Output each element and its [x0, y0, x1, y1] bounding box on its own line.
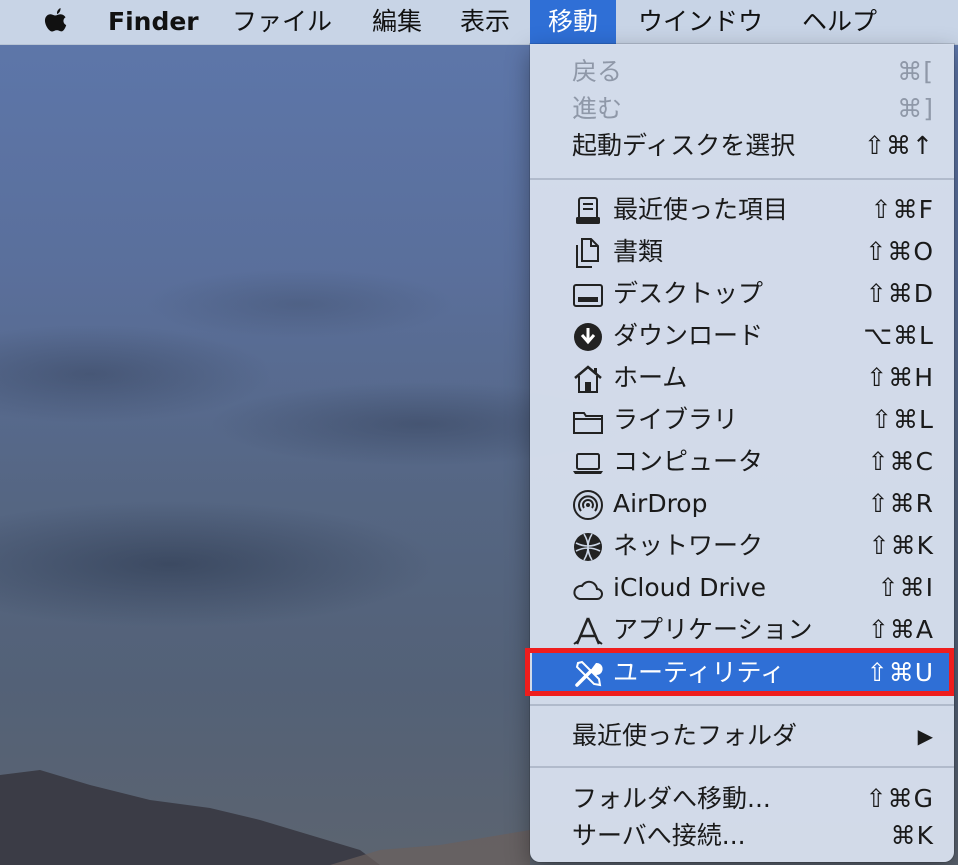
menu-item-label: ホーム	[613, 363, 688, 392]
network-globe-icon	[574, 533, 602, 561]
menu-item-label: AirDrop	[613, 489, 708, 518]
menu-item-label: 書類	[613, 237, 664, 266]
menu-item-startup-disk[interactable]: 起動ディスクを選択 ⇧⌘↑	[530, 126, 954, 166]
menu-item-desktop[interactable]: デスクトップ ⇧⌘D	[530, 274, 954, 314]
menu-item-downloads[interactable]: ダウンロード ⌥⌘L	[530, 316, 954, 356]
airdrop-icon	[573, 490, 603, 520]
menu-help[interactable]: ヘルプ	[802, 0, 877, 44]
shortcut: ⇧⌘H	[866, 363, 934, 392]
menu-item-go-to-folder[interactable]: フォルダへ移動... ⇧⌘G	[530, 779, 954, 819]
menu-item-forward[interactable]: 進む ⌘]	[530, 89, 954, 129]
shortcut: ⇧⌘G	[865, 784, 934, 813]
menu-item-airdrop[interactable]: AirDrop ⇧⌘R	[530, 484, 954, 524]
menu-item-label: 起動ディスクを選択	[572, 131, 796, 160]
menu-item-label: フォルダへ移動...	[572, 784, 771, 813]
computer-icon	[573, 453, 603, 474]
shortcut: ⇧⌘I	[877, 573, 934, 602]
recents-icon	[576, 197, 600, 224]
go-menu-dropdown: 戻る ⌘[ 進む ⌘] 起動ディスクを選択 ⇧⌘↑ 最近使った項目 ⇧⌘F 書類…	[530, 44, 954, 862]
menu-separator	[530, 178, 954, 180]
submenu-arrow-icon: ▶	[917, 724, 934, 748]
shortcut: ⇧⌘K	[868, 531, 934, 560]
home-icon	[574, 365, 602, 393]
menu-item-label: デスクトップ	[613, 279, 764, 308]
menu-separator	[530, 766, 954, 768]
menu-item-connect-to-server[interactable]: サーバへ接続... ⌘K	[530, 816, 954, 856]
shortcut: ⌘[	[897, 57, 934, 86]
menu-bar: Finder ファイル 編集 表示 移動 ウインドウ ヘルプ	[0, 0, 958, 45]
menu-item-label: 進む	[572, 94, 623, 123]
shortcut: ⇧⌘C	[867, 447, 934, 476]
menu-item-label: コンピュータ	[613, 447, 764, 476]
menu-file[interactable]: ファイル	[232, 0, 332, 44]
menu-item-recent-folders[interactable]: 最近使ったフォルダ ▶	[530, 716, 954, 756]
menu-item-label: iCloud Drive	[613, 573, 766, 602]
menu-item-label: アプリケーション	[613, 615, 813, 644]
shortcut: ⌘K	[890, 821, 934, 850]
shortcut: ⇧⌘D	[865, 279, 934, 308]
shortcut: ⇧⌘L	[871, 405, 934, 434]
annotation-highlight-box	[525, 648, 954, 696]
desktop-icon	[573, 284, 603, 307]
library-folder-icon	[573, 412, 603, 434]
downloads-icon	[574, 323, 602, 351]
shortcut: ⌥⌘L	[863, 321, 934, 350]
menu-item-label: ライブラリ	[613, 405, 739, 434]
menu-item-label: ネットワーク	[613, 531, 764, 560]
menu-item-recents[interactable]: 最近使った項目 ⇧⌘F	[530, 190, 954, 230]
icloud-icon	[573, 580, 603, 600]
menu-finder[interactable]: Finder	[108, 0, 199, 44]
menu-item-network[interactable]: ネットワーク ⇧⌘K	[530, 526, 954, 566]
menu-item-label: サーバへ接続...	[572, 821, 746, 850]
shortcut: ⇧⌘O	[865, 237, 934, 266]
menu-separator	[530, 704, 954, 706]
shortcut: ⇧⌘A	[867, 615, 934, 644]
menu-item-label: 最近使った項目	[613, 195, 789, 224]
shortcut: ⇧⌘R	[867, 489, 934, 518]
menu-window[interactable]: ウインドウ	[638, 0, 763, 44]
menu-go[interactable]: 移動	[530, 0, 617, 44]
menu-item-library[interactable]: ライブラリ ⇧⌘L	[530, 400, 954, 440]
menu-item-label: 最近使ったフォルダ	[572, 721, 798, 750]
shortcut: ⇧⌘F	[870, 195, 934, 224]
applications-icon	[573, 617, 603, 645]
menu-edit[interactable]: 編集	[372, 0, 422, 44]
menu-item-documents[interactable]: 書類 ⇧⌘O	[530, 232, 954, 272]
menu-item-computer[interactable]: コンピュータ ⇧⌘C	[530, 442, 954, 482]
shortcut: ⇧⌘↑	[864, 131, 934, 160]
menu-item-back[interactable]: 戻る ⌘[	[530, 52, 954, 92]
documents-icon	[576, 238, 599, 268]
menu-item-home[interactable]: ホーム ⇧⌘H	[530, 358, 954, 398]
menu-item-label: 戻る	[572, 57, 623, 86]
menu-item-label: ダウンロード	[613, 321, 764, 350]
shortcut: ⌘]	[897, 94, 934, 123]
apple-logo-icon[interactable]	[40, 6, 70, 38]
menu-item-icloud-drive[interactable]: iCloud Drive ⇧⌘I	[530, 568, 954, 608]
menu-view[interactable]: 表示	[460, 0, 510, 44]
menu-item-applications[interactable]: アプリケーション ⇧⌘A	[530, 610, 954, 650]
